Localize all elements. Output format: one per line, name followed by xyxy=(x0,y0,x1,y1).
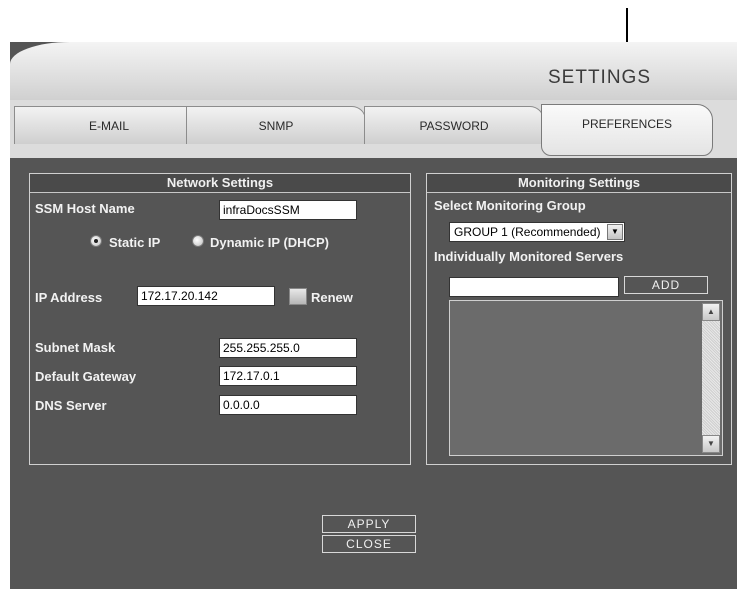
tab-preferences[interactable]: PREFERENCES xyxy=(541,104,713,156)
tab-email-label: E-MAIL xyxy=(88,118,129,133)
tab-password[interactable]: PASSWORD xyxy=(364,106,544,144)
host-name-input[interactable] xyxy=(219,200,357,220)
dns-server-label: DNS Server xyxy=(35,398,107,413)
ip-address-input[interactable] xyxy=(137,286,275,306)
scroll-down-icon[interactable]: ▼ xyxy=(702,435,720,453)
host-name-label: SSM Host Name xyxy=(35,201,135,216)
monitoring-group-value: GROUP 1 (Recommended) xyxy=(454,225,601,239)
monitored-servers-list[interactable]: ▲ ▼ xyxy=(449,300,723,456)
servers-list-scrollbar[interactable]: ▲ ▼ xyxy=(702,303,720,453)
subnet-mask-label: Subnet Mask xyxy=(35,340,116,355)
close-button[interactable]: CLOSE xyxy=(322,535,416,553)
renew-checkbox[interactable] xyxy=(289,288,307,305)
monitoring-group-select[interactable]: GROUP 1 (Recommended) ▼ xyxy=(449,222,625,242)
chevron-down-icon[interactable]: ▼ xyxy=(607,224,623,240)
tab-password-label: PASSWORD xyxy=(419,118,489,133)
apply-button[interactable]: APPLY xyxy=(322,515,416,533)
add-server-button[interactable]: ADD xyxy=(624,276,708,294)
subnet-mask-input[interactable] xyxy=(219,338,357,358)
scroll-up-icon[interactable]: ▲ xyxy=(702,303,720,321)
static-ip-label: Static IP xyxy=(109,235,161,250)
renew-label: Renew xyxy=(311,290,353,305)
monitored-servers-label: Individually Monitored Servers xyxy=(434,249,624,264)
static-ip-radio[interactable] xyxy=(90,235,102,247)
monitoring-group-label: Select Monitoring Group xyxy=(434,198,586,213)
tab-preferences-label: PREFERENCES xyxy=(581,117,673,131)
network-settings-title: Network Settings xyxy=(30,174,410,193)
dynamic-ip-label: Dynamic IP (DHCP) xyxy=(210,235,329,250)
tab-email[interactable]: E-MAIL xyxy=(14,106,204,144)
ip-address-label: IP Address xyxy=(35,290,103,305)
tab-snmp-label: SNMP xyxy=(258,118,294,133)
default-gateway-label: Default Gateway xyxy=(35,369,137,384)
default-gateway-input[interactable] xyxy=(219,366,357,386)
page-title: SETTINGS xyxy=(548,67,652,88)
monitoring-settings-title: Monitoring Settings xyxy=(427,174,731,193)
dns-server-input[interactable] xyxy=(219,395,357,415)
tab-snmp[interactable]: SNMP xyxy=(186,106,366,144)
dynamic-ip-radio[interactable] xyxy=(192,235,204,247)
server-name-input[interactable] xyxy=(449,277,619,297)
